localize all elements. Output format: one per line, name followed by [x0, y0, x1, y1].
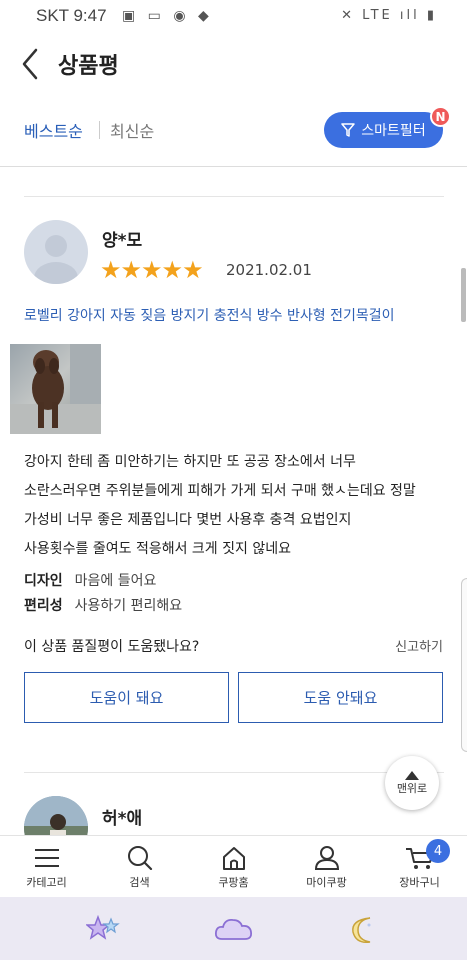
review-author: 허*애	[102, 809, 143, 829]
divider	[24, 196, 444, 197]
page-title: 상품평	[58, 54, 119, 79]
nav-home[interactable]: 쿠팡홈	[187, 836, 280, 898]
scroll-to-top-button[interactable]: 맨위로	[385, 756, 439, 810]
review-attribute-design: 디자인 마음에 들어요	[24, 570, 156, 590]
filter-icon	[341, 123, 356, 137]
avatar	[24, 220, 88, 284]
review-line: 소란스러우면 주위분들에게 피해가 가게 되서 구매 했ㅅ는데요 정말	[24, 483, 416, 499]
helpful-no-button[interactable]: 도움 안돼요	[238, 672, 443, 723]
helpful-yes-button[interactable]: 도움이 돼요	[24, 672, 229, 723]
new-badge: N	[430, 106, 451, 127]
home-icon	[222, 847, 245, 870]
smart-filter-button[interactable]: 스마트필터	[324, 112, 443, 148]
review-photo[interactable]	[10, 344, 101, 434]
back-button[interactable]	[18, 44, 58, 84]
review-author: 양*모	[102, 231, 143, 251]
report-link[interactable]: 신고하기	[395, 636, 443, 655]
scrollbar-thumb[interactable]	[461, 268, 466, 322]
nav-label: 쿠팡홈	[218, 876, 249, 889]
nav-category[interactable]: 카테고리	[0, 836, 93, 898]
nav-search[interactable]: 검색	[93, 836, 186, 898]
helpful-question: 이 상품 품질평이 도움됐나요?	[24, 639, 200, 655]
attribute-value: 사용하기 편리해요	[74, 598, 183, 614]
system-icons: ✕ LTE ıll ▮	[341, 8, 437, 23]
notification-icons: ▣ ▭ ◉ ◆	[122, 8, 213, 24]
nav-label: 마이쿠팡	[306, 876, 347, 889]
attribute-key: 디자인	[24, 573, 63, 589]
status-bar: SKT 9:47 ▣ ▭ ◉ ◆ ✕ LTE ıll ▮	[0, 0, 467, 34]
review-attribute-convenience: 편리성 사용하기 편리해요	[24, 595, 182, 615]
scroll-to-top-label: 맨위로	[396, 781, 428, 795]
back-arrow-icon	[22, 48, 38, 80]
review-line: 사용횟수를 줄여도 적응해서 크게 짓지 않네요	[24, 541, 291, 557]
divider	[24, 772, 444, 773]
sort-newest-tab[interactable]: 최신순	[110, 118, 154, 142]
dog-photo	[10, 344, 101, 434]
divider	[0, 166, 467, 167]
system-nav-bar	[0, 897, 467, 960]
search-icon	[127, 846, 152, 870]
cloud-icon[interactable]	[214, 917, 254, 943]
moon-icon[interactable]	[350, 915, 380, 945]
nav-cart[interactable]: 장바구니	[373, 836, 466, 898]
stars-icon[interactable]	[86, 915, 120, 943]
nav-label: 카테고리	[26, 876, 67, 889]
bottom-nav: 카테고리 검색 쿠팡홈 마이쿠팡 장바구니	[0, 835, 467, 897]
edge-panel-handle[interactable]	[461, 578, 467, 752]
review-body: 강아지 한테 좀 미안하기는 하지만 또 공공 장소에서 너무 소란스러우면 주…	[24, 448, 449, 564]
cart-count-badge: 4	[426, 839, 450, 863]
review-line: 가성비 너무 좋은 제품입니다 몇번 사용후 충격 요법인지	[24, 512, 352, 528]
attribute-key: 편리성	[24, 598, 63, 614]
arrow-up-icon	[405, 770, 419, 780]
nav-label: 검색	[129, 876, 150, 889]
attribute-value: 마음에 들어요	[74, 573, 157, 589]
menu-icon	[34, 849, 59, 867]
user-icon	[314, 846, 339, 870]
sort-divider	[99, 121, 100, 139]
default-avatar-icon	[34, 235, 78, 284]
nav-my-coupang[interactable]: 마이쿠팡	[280, 836, 373, 898]
carrier-time: SKT 9:47	[36, 6, 107, 25]
smart-filter-label: 스마트필터	[361, 123, 426, 139]
review-date: 2021.02.01	[226, 261, 312, 279]
sort-best-tab[interactable]: 베스트순	[24, 118, 83, 142]
nav-label: 장바구니	[399, 876, 440, 889]
review-line: 강아지 한테 좀 미안하기는 하지만 또 공공 장소에서 너무	[24, 454, 356, 470]
product-name-link[interactable]: 로벨리 강아지 자동 짖음 방지기 충전식 방수 반사형 전기목걸이	[24, 305, 394, 325]
star-rating: ★★★★★	[100, 256, 204, 284]
